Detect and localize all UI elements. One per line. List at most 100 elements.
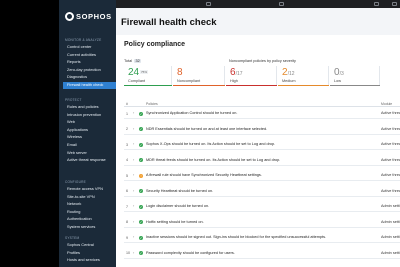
compliant-check-icon: ✓ <box>139 235 143 240</box>
table-row[interactable]: 2 › ✓ NDR Essentials should be turned on an… <box>124 124 400 135</box>
policy-module: Admin settings <box>381 204 400 209</box>
expand-chevron-icon[interactable]: › <box>133 220 134 224</box>
sidebar-item-network[interactable]: Network <box>67 201 116 208</box>
sidebar-item-web[interactable]: Web <box>67 119 116 126</box>
sidebar-item-routing[interactable]: Routing <box>67 209 116 216</box>
sidebar-item-remote-access-vpn[interactable]: Remote access VPN <box>67 186 116 193</box>
expand-chevron-icon[interactable]: › <box>133 127 134 131</box>
stat-compliant-bar <box>124 84 172 86</box>
table-row[interactable]: 7 › ✓ Login disclaimer should be turned on.… <box>124 201 400 213</box>
sidebar-item-profiles[interactable]: Profiles <box>67 250 116 257</box>
sidebar-heading-protect: PROTECT <box>65 98 82 102</box>
stat-compliant-percent: 75% <box>140 70 149 74</box>
policy-text: Inactive sessions should be signed out. … <box>146 235 327 240</box>
expand-chevron-icon[interactable]: › <box>133 142 134 146</box>
table-row[interactable]: 5 ›! A firewall rule should have Synchroni… <box>124 170 400 182</box>
policy-module: Active threat resp. <box>381 111 400 116</box>
compliant-check-icon: ✓ <box>139 111 143 116</box>
policy-module: Active threat resp. <box>381 173 400 178</box>
sidebar-item-applications[interactable]: Applications <box>67 127 116 134</box>
sidebar-item-current-activities[interactable]: Current activities <box>67 52 116 59</box>
sidebar-item-web-server[interactable]: Web server <box>67 150 116 157</box>
policy-text: Synchronized Application Control should … <box>146 111 238 116</box>
policy-module: Admin settings <box>381 219 400 224</box>
stat-compliant-caption: Compliant <box>128 79 146 83</box>
col-policies[interactable]: Policies <box>146 102 158 106</box>
table-row[interactable]: 10 › ✓ Password complexity should be config… <box>124 248 400 259</box>
policy-text: Sophos X-Ops should be turned on. Its Ac… <box>146 142 276 147</box>
share-icon[interactable] <box>374 2 379 6</box>
sidebar-item-hosts-and-services[interactable]: Hosts and services <box>67 257 116 264</box>
sidebar-item-email[interactable]: Email <box>67 142 116 149</box>
expand-chevron-icon[interactable]: › <box>133 173 134 177</box>
sidebar-item-intrusion-prevention[interactable]: Intrusion prevention <box>67 112 116 119</box>
sidebar-item-diagnostics[interactable]: Diagnostics <box>67 74 116 81</box>
sidebar: SOPHOS MONITOR & ANALYZE Control center Cu… <box>59 0 116 267</box>
sidebar-item-firewall-health-check[interactable]: Firewall health check <box>63 82 116 89</box>
expand-chevron-icon[interactable]: › <box>133 251 134 255</box>
table-row[interactable]: 4 › ✓ MDR threat feeds should be turned on.… <box>124 155 400 166</box>
sidebar-item-rules-and-policies[interactable]: Rules and policies <box>67 104 116 111</box>
sidebar-heading-system: SYSTEM <box>65 236 80 240</box>
stat-low[interactable]: 0/3 Low <box>330 66 380 86</box>
sidebar-item-reports[interactable]: Reports <box>67 59 116 66</box>
row-number: 8 <box>126 220 128 224</box>
col-number: # <box>126 101 128 106</box>
sidebar-item-zero-day-protection[interactable]: Zero-day protection <box>67 67 116 74</box>
stat-medium-total: /12 <box>287 71 295 77</box>
stat-low-bar <box>330 84 380 86</box>
expand-chevron-icon[interactable]: › <box>133 204 134 208</box>
stat-compliant-value: 24 <box>128 67 140 78</box>
row-number: 1 <box>126 111 128 116</box>
sidebar-item-control-center[interactable]: Control center <box>67 44 116 51</box>
page-title: Firewall health check <box>121 17 217 28</box>
sidebar-item-wireless[interactable]: Wireless <box>67 134 116 141</box>
sophos-logo[interactable]: SOPHOS <box>65 11 115 21</box>
table-row[interactable]: 6 › ✓ Security Heartbeat should be turned o… <box>124 186 400 197</box>
row-number: 5 <box>126 173 128 178</box>
table-row[interactable]: 1 › ✓ Synchronized Application Control shou… <box>124 108 400 120</box>
col-module[interactable]: Module <box>381 102 392 106</box>
tabs-icon[interactable] <box>392 2 397 6</box>
sidebar-item-sophos-central[interactable]: Sophos Central <box>67 242 116 249</box>
stat-medium[interactable]: 2/12 Medium <box>278 66 329 86</box>
expand-chevron-icon[interactable]: › <box>133 158 134 162</box>
stat-high-total: /17 <box>235 71 243 77</box>
expand-chevron-icon[interactable]: › <box>133 111 134 115</box>
sidebar-toggle-icon[interactable] <box>206 2 211 6</box>
stat-medium-bar <box>278 84 329 86</box>
compliant-check-icon: ✓ <box>139 127 143 131</box>
policy-text: Security Heartbeat should be turned on. <box>146 188 214 193</box>
stat-noncompliant-caption: Noncompliant <box>177 79 201 83</box>
policy-module: Active threat resp. <box>381 142 400 147</box>
total-count-badge: 32 <box>134 59 142 63</box>
row-number: 3 <box>126 142 128 147</box>
stat-medium-caption: Medium <box>282 79 296 83</box>
window-icon[interactable] <box>279 2 284 6</box>
table-row[interactable]: 3 › ✓ Sophos X-Ops should be turned on. Its… <box>124 139 400 151</box>
table-row[interactable]: 9 › ✓ Inactive sessions should be signed ou… <box>124 232 400 244</box>
stat-high[interactable]: 6/17 High <box>226 66 277 86</box>
policy-text: Hotfix setting should be turned on. <box>146 219 204 224</box>
policy-text: Password complexity should be configured… <box>146 250 235 255</box>
main-content: Firewall health check Policy compliance … <box>116 8 400 267</box>
stat-compliant[interactable]: 24 75% Compliant <box>124 66 172 86</box>
stat-noncompliant[interactable]: 8 Noncompliant <box>173 66 225 86</box>
sidebar-item-site-to-site-vpn[interactable]: Site-to-site VPN <box>67 194 116 201</box>
screen: SOPHOS MONITOR & ANALYZE Control center Cu… <box>0 0 400 267</box>
policy-text: NDR Essentials should be turned on and a… <box>146 126 268 131</box>
expand-chevron-icon[interactable]: › <box>133 235 134 239</box>
sidebar-item-authentication[interactable]: Authentication <box>67 216 116 223</box>
browser-toolbar <box>116 0 400 8</box>
compliant-check-icon: ✓ <box>139 204 143 209</box>
sidebar-heading-configure: CONFIGURE <box>65 180 86 184</box>
compliant-check-icon: ✓ <box>139 189 143 193</box>
sidebar-item-system-services[interactable]: System services <box>67 224 116 231</box>
table-row[interactable]: 8 › ✓ Hotfix setting should be turned on. Ad… <box>124 217 400 228</box>
expand-chevron-icon[interactable]: › <box>133 189 134 193</box>
sidebar-item-active-threat-response[interactable]: Active threat response <box>67 157 116 164</box>
logo-mark-icon <box>65 11 74 21</box>
policy-text: Login disclaimer should be turned on. <box>146 204 210 209</box>
warning-icon: ! <box>139 173 143 178</box>
stat-noncompliant-value: 8 <box>177 67 183 78</box>
